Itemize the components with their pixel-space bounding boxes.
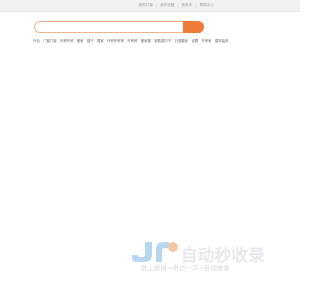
brand-mark-dot <box>168 242 178 252</box>
brand-slogan: 放上链接→来访一次→自动收录 <box>141 265 230 272</box>
search-button[interactable] <box>183 21 204 33</box>
category-links: 外包 门窗门窗 外贸外贸 搬家 嫂子 置家 外贸外贸贸 外贸贸 搬家搬 新数据中… <box>33 38 233 43</box>
top-bar: 我的订单 | 我的收藏 | 我有车 | 帮助中心 <box>0 0 300 12</box>
top-link-separator: | <box>177 3 179 8</box>
category-link[interactable]: 设置 <box>191 38 198 43</box>
category-link[interactable]: 新数据中子 <box>154 38 171 43</box>
brand-mark-icon <box>132 242 178 262</box>
top-link-separator: | <box>155 3 158 8</box>
category-link[interactable]: 嫂子 <box>87 38 94 43</box>
top-link-separator: | <box>195 3 197 8</box>
category-link[interactable]: 外贸贸 <box>127 38 137 43</box>
category-link[interactable]: 门窗门窗 <box>43 38 57 43</box>
search-input[interactable] <box>34 21 185 33</box>
top-link-help[interactable]: 帮助中心 <box>200 3 214 8</box>
category-link[interactable]: 外贸外贸贸 <box>107 38 124 43</box>
category-link[interactable]: 搬家搬 <box>141 38 151 43</box>
brand-logo: 自动秒收录 <box>131 241 281 265</box>
category-link[interactable]: 搬家 <box>77 38 84 43</box>
top-link-vehicle[interactable]: 我有车 <box>182 3 193 8</box>
category-link[interactable]: 外包 <box>33 38 40 43</box>
search-bar <box>34 21 204 33</box>
category-link[interactable]: 置家 <box>97 38 104 43</box>
category-link[interactable]: 外贸外贸 <box>60 38 74 43</box>
brand-mark-r <box>156 242 169 262</box>
top-links: 我的订单 | 我的收藏 | 我有车 | 帮助中心 <box>138 0 214 11</box>
top-link-orders[interactable]: 我的订单 <box>138 3 152 8</box>
category-link[interactable]: 日语翻译 <box>174 38 188 43</box>
category-link[interactable]: 外贸家 <box>201 38 211 43</box>
top-link-favorites[interactable]: 我的收藏 <box>160 3 174 8</box>
brand-mark-j <box>132 242 152 262</box>
category-link[interactable]: 建材装修 <box>215 38 229 43</box>
